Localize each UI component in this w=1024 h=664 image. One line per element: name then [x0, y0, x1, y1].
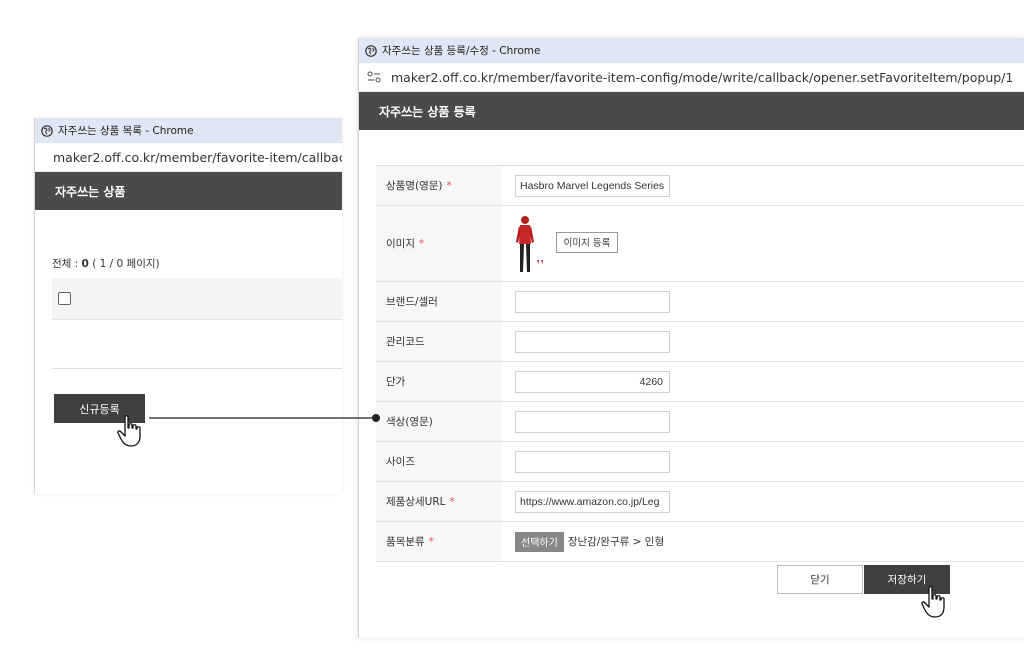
product-thumbnail — [516, 215, 543, 272]
page-header: 자주쓰는 상품 — [35, 172, 342, 210]
form-row-size: 사이즈 — [376, 442, 1024, 482]
page-header: 자주쓰는 상품 등록 — [359, 92, 1024, 130]
color-input[interactable] — [515, 410, 670, 433]
name-input[interactable]: Hasbro Marvel Legends Series — [515, 174, 670, 197]
address-bar[interactable]: maker2.off.co.kr/member/favorite-item/ca… — [35, 143, 342, 172]
form-row-brand: 브랜드/셀러 — [376, 282, 1024, 322]
page-title: 자주쓰는 상품 등록 — [379, 104, 476, 119]
favorite-item-register-window: 자주쓰는 상품 등록/수정 - Chrome maker2.off.co.kr/… — [358, 38, 1024, 638]
field-label: 관리코드 — [376, 322, 502, 361]
field-label: 브랜드/셀러 — [376, 282, 502, 321]
field-label: 제품상세URL * — [376, 482, 502, 521]
required-mark: * — [428, 535, 434, 548]
form-row-url: 제품상세URL * https://www.amazon.co.jp/Leg — [376, 482, 1024, 522]
size-input[interactable] — [515, 450, 670, 473]
code-label: 관리코드 — [386, 336, 425, 348]
size-label: 사이즈 — [386, 456, 415, 468]
select-all-checkbox[interactable] — [58, 292, 71, 305]
category-label: 품목분류 — [386, 536, 425, 548]
item-form: 상품명(영문) * Hasbro Marvel Legends Series 이미… — [376, 165, 1024, 562]
category-select-button[interactable]: 선택하기 — [515, 531, 564, 552]
close-button[interactable]: 닫기 — [777, 565, 863, 594]
window-titlebar: 자주쓰는 상품 목록 - Chrome — [35, 118, 342, 143]
code-input[interactable] — [515, 330, 670, 353]
form-row-name: 상품명(영문) * Hasbro Marvel Legends Series — [376, 166, 1024, 206]
required-mark: * — [418, 237, 425, 250]
form-row-color: 색상(영문) — [376, 402, 1024, 442]
address-bar[interactable]: maker2.off.co.kr/member/favorite-item-co… — [359, 63, 1024, 92]
detail-url-input[interactable]: https://www.amazon.co.jp/Leg — [515, 490, 670, 513]
url-label: 제품상세URL — [386, 496, 446, 508]
category-value: 장난감/완구류 > 인형 — [567, 536, 665, 548]
hand-cursor-icon — [921, 586, 945, 618]
list-header-row — [52, 278, 342, 320]
hand-cursor-icon — [117, 415, 141, 447]
brand-input[interactable] — [515, 290, 670, 313]
favorite-items-list-window: 자주쓰는 상품 목록 - Chrome maker2.off.co.kr/mem… — [34, 118, 342, 494]
brand-label: 브랜드/셀러 — [386, 296, 438, 308]
url-text: maker2.off.co.kr/member/favorite-item/ca… — [53, 149, 342, 165]
color-label: 색상(영문) — [386, 416, 433, 428]
required-mark: * — [449, 495, 455, 508]
page-title: 자주쓰는 상품 — [55, 184, 126, 199]
required-mark: * — [446, 179, 452, 192]
chrome-globe-icon — [41, 124, 53, 137]
url-text: maker2.off.co.kr/member/favorite-item-co… — [391, 69, 1014, 85]
window-title: 자주쓰는 상품 등록/수정 - Chrome — [382, 45, 541, 57]
divider — [52, 368, 342, 369]
total-count: 0 — [81, 258, 89, 270]
field-label: 단가 — [376, 362, 502, 401]
field-label: 이미지 * — [376, 206, 502, 281]
window-titlebar: 자주쓰는 상품 등록/수정 - Chrome — [359, 38, 1024, 63]
form-row-code: 관리코드 — [376, 322, 1024, 362]
form-row-price: 단가 4260 — [376, 362, 1024, 402]
form-row-category: 품목분류 * 선택하기 장난감/완구류 > 인형 — [376, 522, 1024, 562]
image-label: 이미지 — [386, 238, 415, 250]
site-settings-icon[interactable] — [367, 71, 381, 83]
field-label: 상품명(영문) * — [376, 166, 502, 205]
window-title: 자주쓰는 상품 목록 - Chrome — [58, 125, 194, 137]
total-pages: ( 1 / 0 페이지) — [88, 258, 160, 270]
price-label: 단가 — [386, 376, 406, 388]
price-input[interactable]: 4260 — [515, 370, 670, 393]
field-label: 사이즈 — [376, 442, 502, 481]
form-row-image: 이미지 * 이미지 등록 — [376, 206, 1024, 282]
name-label: 상품명(영문) — [386, 180, 443, 192]
field-label: 색상(영문) — [376, 402, 502, 441]
total-label: 전체 : — [52, 258, 82, 270]
total-count-summary: 전체 : 0 ( 1 / 0 페이지) — [52, 256, 160, 271]
image-register-button[interactable]: 이미지 등록 — [556, 231, 618, 253]
chrome-globe-icon — [365, 44, 377, 57]
field-label: 품목분류 * — [376, 522, 502, 561]
